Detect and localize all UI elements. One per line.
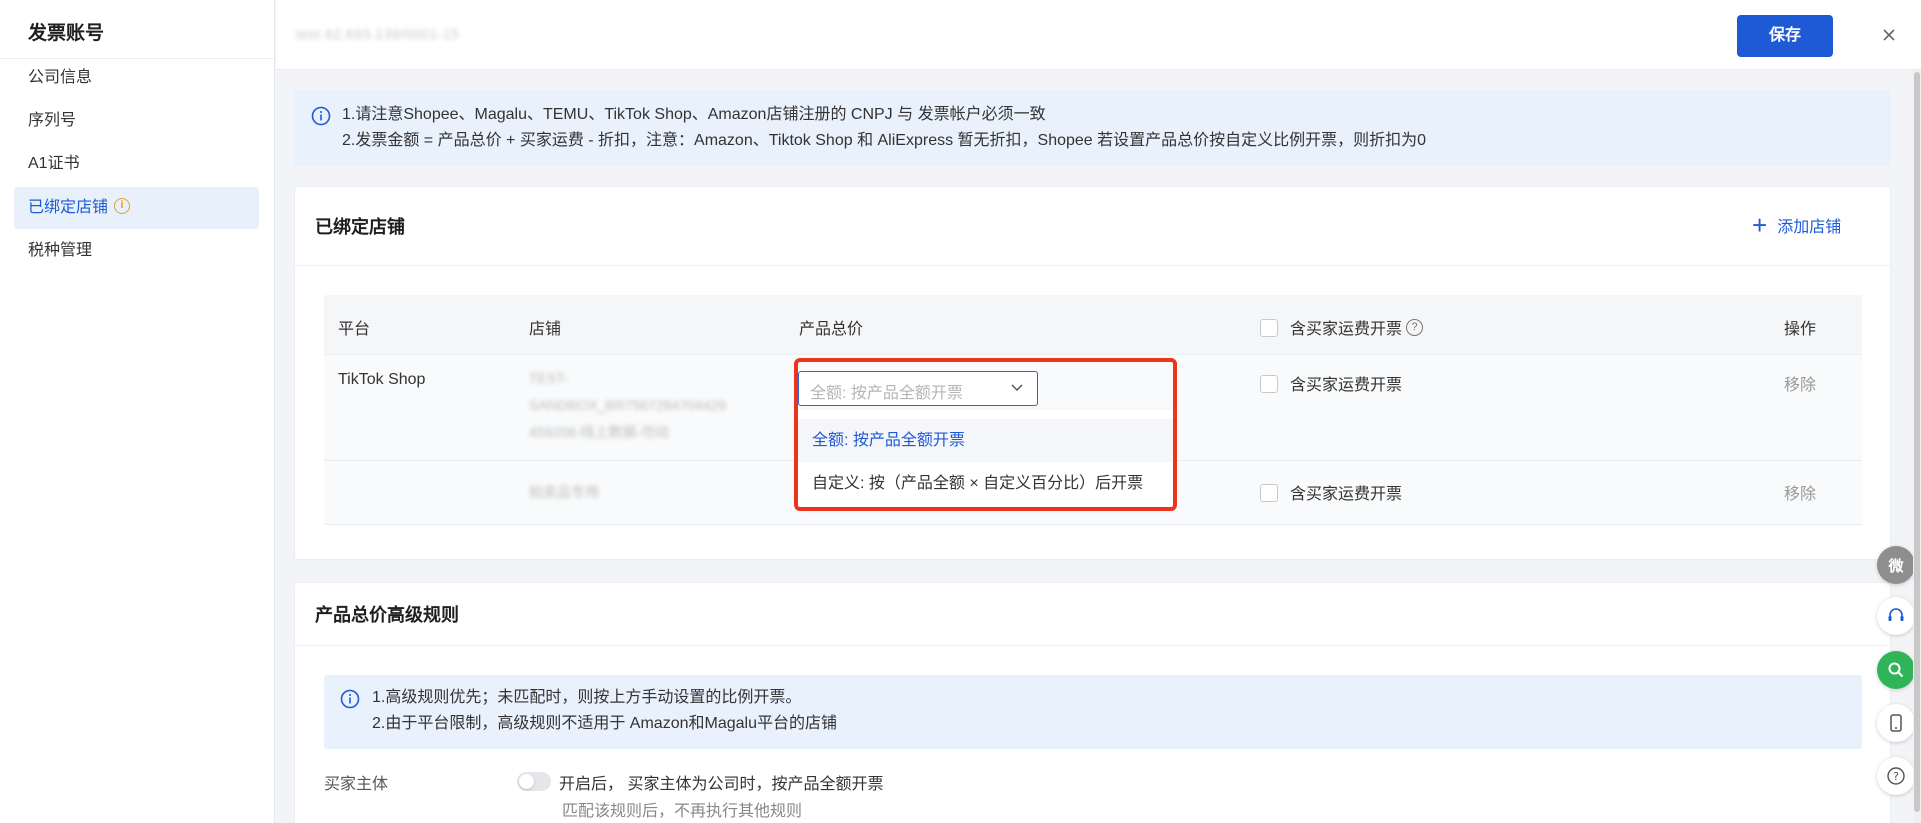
- card-divider: [295, 265, 1890, 266]
- row-shipping: 含买家运费开票: [1260, 371, 1402, 395]
- account-identifier: test 62.693.139/0001-15: [296, 26, 460, 42]
- shipping-all-checkbox[interactable]: [1260, 318, 1278, 337]
- notice-line-2: 2.发票金额 = 产品总价 + 买家运费 - 折扣，注意：Amazon、Tikt…: [342, 132, 1427, 149]
- info-icon: i: [114, 197, 131, 214]
- notice-line-2: 2.由于平台限制，高级规则不适用于 Amazon和Magalu平台的店铺: [372, 715, 837, 732]
- col-shipping-label: 含买家运费开票: [1290, 321, 1403, 338]
- advanced-rules-title: 产品总价高级规则: [315, 605, 459, 625]
- bound-stores-title: 已绑定店铺: [315, 217, 405, 237]
- sidebar-item-a1-certificate[interactable]: A1证书: [14, 143, 259, 185]
- save-button[interactable]: 保存: [1737, 15, 1833, 57]
- shipping-label: 含买家运费开票: [1290, 377, 1403, 394]
- remove-button[interactable]: 移除: [1784, 371, 1816, 395]
- info-icon: [340, 689, 360, 709]
- wechat-label: 微: [1888, 557, 1904, 575]
- shipping-checkbox[interactable]: [1260, 483, 1278, 502]
- sidebar: 发票账号 公司信息 序列号 A1证书 已绑定店铺 i 税种管理: [0, 0, 275, 823]
- advanced-rules-notice: 1.高级规则优先；未匹配时，则按上方手动设置的比例开票。 2.由于平台限制，高级…: [324, 675, 1862, 749]
- total-price-select[interactable]: 全额: 按产品全额开票: [798, 371, 1038, 406]
- toggle-subtext: 匹配该规则后，不再执行其他规则: [562, 803, 803, 820]
- col-platform: 平台: [338, 321, 371, 338]
- col-total-price: 产品总价: [799, 321, 864, 338]
- sidebar-item-label: 公司信息: [28, 69, 93, 86]
- add-store-button[interactable]: + 添加店铺: [1752, 210, 1842, 240]
- headset-glyph: [1888, 608, 1904, 621]
- search-icon[interactable]: [1877, 651, 1915, 689]
- invoice-notice: 1.请注意Shopee、Magalu、TEMU、TikTok Shop、Amaz…: [294, 90, 1891, 166]
- help-icon[interactable]: ?: [1406, 319, 1424, 337]
- phone-glyph: [1890, 714, 1902, 732]
- sidebar-item-company-info[interactable]: 公司信息: [14, 57, 259, 99]
- shipping-checkbox[interactable]: [1260, 374, 1278, 393]
- card-divider: [295, 645, 1890, 646]
- shipping-label: 含买家运费开票: [1290, 486, 1403, 503]
- buyer-entity-label: 买家主体: [324, 776, 389, 793]
- select-placeholder: 全额: 按产品全额开票: [810, 385, 963, 402]
- col-shipping: 含买家运费开票?: [1260, 315, 1424, 339]
- help-glyph: ?: [1887, 767, 1905, 785]
- row-store-name: TEST- SANDBOX_BR7567284704429 459208-线上数…: [529, 365, 769, 446]
- row-platform: TikTok Shop: [338, 371, 426, 388]
- store-name-line: TEST-: [529, 370, 569, 386]
- buyer-entity-toggle[interactable]: [517, 772, 551, 791]
- search-glyph: [1888, 662, 1904, 678]
- close-icon[interactable]: [1876, 22, 1902, 48]
- help-icon[interactable]: ?: [1877, 757, 1915, 795]
- sidebar-item-label: 已绑定店铺: [28, 199, 109, 216]
- scrollbar-thumb[interactable]: [1914, 72, 1920, 812]
- total-price-dropdown-menu: 全额: 按产品全额开票 自定义: 按（产品全额 × 自定义百分比）后开票: [798, 410, 1173, 507]
- store-name-line: SANDBOX_BR7567284704429: [529, 397, 726, 413]
- notice-line-1: 1.请注意Shopee、Magalu、TEMU、TikTok Shop、Amaz…: [342, 106, 1046, 123]
- header: test 62.693.139/0001-15 保存: [276, 0, 1921, 70]
- notice-line-1: 1.高级规则优先；未匹配时，则按上方手动设置的比例开票。: [372, 689, 802, 706]
- sidebar-item-label: 序列号: [28, 112, 77, 129]
- headset-icon[interactable]: [1877, 597, 1915, 635]
- sidebar-item-bound-stores[interactable]: 已绑定店铺 i: [14, 187, 259, 229]
- wechat-icon[interactable]: 微: [1877, 546, 1915, 584]
- sidebar-title: 发票账号: [28, 23, 105, 44]
- chevron-down-icon: [1011, 384, 1023, 392]
- col-store: 店铺: [529, 321, 562, 338]
- col-action: 操作: [1784, 321, 1817, 338]
- sidebar-item-label: 税种管理: [28, 242, 93, 259]
- scrollbar[interactable]: [1913, 70, 1921, 823]
- toggle-description: 开启后， 买家主体为公司时，按产品全额开票: [559, 776, 884, 793]
- sidebar-item-tax-management[interactable]: 税种管理: [14, 230, 259, 272]
- sidebar-item-label: A1证书: [28, 155, 80, 172]
- option-full-amount[interactable]: 全额: 按产品全额开票: [798, 419, 1173, 462]
- sidebar-item-serial-number[interactable]: 序列号: [14, 100, 259, 142]
- info-icon: [311, 106, 331, 126]
- row-shipping: 含买家运费开票: [1260, 480, 1402, 504]
- store-name-line: 459208-线上数据-勿动: [529, 424, 670, 440]
- option-custom-percentage[interactable]: 自定义: 按（产品全额 × 自定义百分比）后开票: [798, 462, 1173, 505]
- add-store-label: 添加店铺: [1777, 219, 1842, 236]
- remove-button[interactable]: 移除: [1784, 480, 1816, 504]
- advanced-rules-card: 产品总价高级规则 1.高级规则优先；未匹配时，则按上方手动设置的比例开票。 2.…: [294, 582, 1891, 823]
- row-store-name: 拍卖品专用: [529, 484, 599, 500]
- plus-icon: +: [1752, 210, 1768, 240]
- svg-text:?: ?: [1893, 770, 1899, 783]
- phone-icon[interactable]: [1877, 704, 1915, 742]
- table-header: 平台 店铺 产品总价 含买家运费开票? 操作: [324, 295, 1862, 355]
